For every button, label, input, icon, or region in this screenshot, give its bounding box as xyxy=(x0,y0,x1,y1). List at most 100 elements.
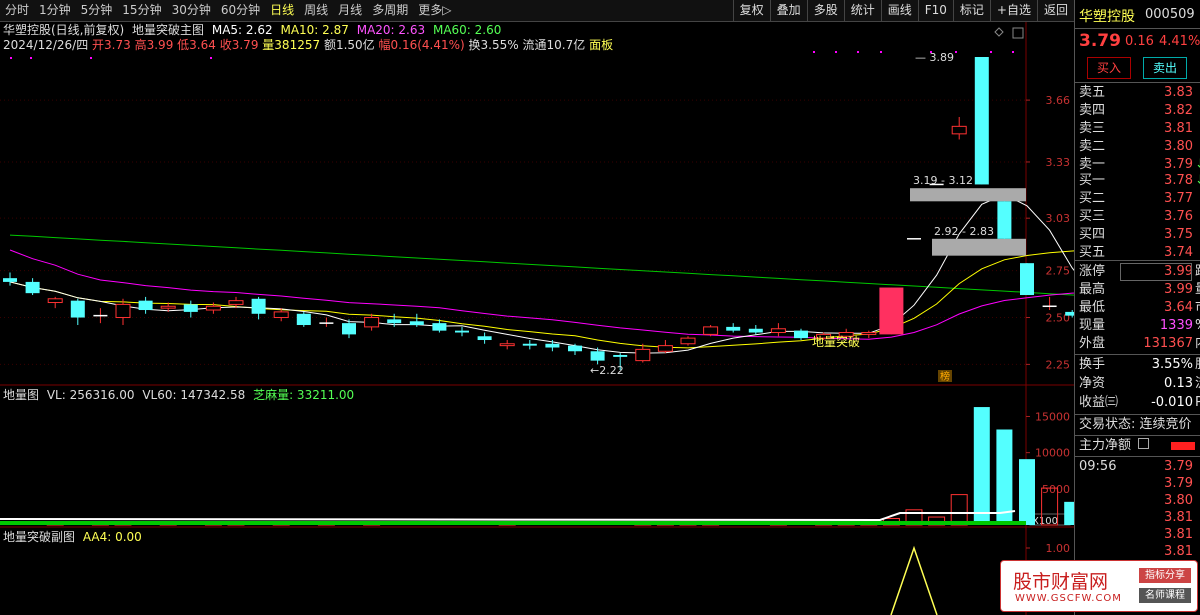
stat-3-value: 1339 xyxy=(1159,318,1193,333)
panel-pct: 4.41% xyxy=(1159,34,1200,49)
stat-1-mark: 量 xyxy=(1195,281,1200,299)
period-tab-0[interactable]: 分时 xyxy=(0,0,34,21)
watermark-url: WWW.GSCFW.COM xyxy=(1015,593,1122,604)
breakout-candle xyxy=(879,287,904,335)
buy-level-0-value: 3.78 xyxy=(1164,173,1193,188)
buy-level-2-label: 买三 xyxy=(1079,209,1106,224)
divider xyxy=(1075,354,1200,355)
chart-area[interactable]: 3.663.333.032.752.502.25 — 3.893.19 - 3.… xyxy=(0,22,1074,615)
stat-0-mark: 跌 xyxy=(1195,263,1200,281)
tool-button-3[interactable]: 统计 xyxy=(843,0,881,21)
sub-axis-label: 1.00 xyxy=(1046,542,1071,555)
main-info-line2: 2024/12/26/四 开3.73 高3.99 低3.64 收3.79 量38… xyxy=(3,38,613,52)
candle-body xyxy=(726,326,741,331)
candle-body xyxy=(47,298,63,304)
candle-body xyxy=(273,311,289,319)
toolbar: 分时 1分钟 5分钟 15分钟 30分钟 60分钟 日线 周线 月线 多周期 更多▷ 复权 叠加 多股统… xyxy=(0,0,1074,22)
signal-dot xyxy=(835,51,837,53)
sub-info: 地量突破副图 AA4: 0.00 xyxy=(3,530,142,544)
signal-dot xyxy=(857,51,859,53)
info-high: 高3.99 xyxy=(134,38,174,52)
gap2-label: 2.92 - 2.83 xyxy=(934,225,994,238)
period-tab-2[interactable]: 5分钟 xyxy=(76,0,118,21)
candle-body xyxy=(997,201,1012,239)
stat-4-mark: 内 xyxy=(1195,335,1200,353)
tool-button-0[interactable]: 复权 xyxy=(732,0,770,21)
period-tab-6[interactable]: 日线 xyxy=(265,0,299,21)
candle-body xyxy=(1065,311,1074,316)
buy-level-1: 买二 3.77 xyxy=(1079,190,1200,208)
info-amount: 额1.50亿 xyxy=(323,38,375,52)
period-tab-3[interactable]: 15分钟 xyxy=(117,0,166,21)
period-tab-5[interactable]: 60分钟 xyxy=(216,0,265,21)
candle-body xyxy=(138,300,153,311)
candle-body xyxy=(861,332,877,335)
candle-body xyxy=(499,343,515,347)
period-tab-10[interactable]: 更多▷ xyxy=(413,0,456,21)
trade-state: 交易状态: 连续竞价 xyxy=(1079,416,1200,434)
buy-level-3-value: 3.75 xyxy=(1164,227,1193,242)
menu-icon xyxy=(1138,438,1150,449)
candle-body xyxy=(432,323,447,331)
vol-axis-label: 5000 xyxy=(1042,483,1070,496)
tool-button-2[interactable]: 多股 xyxy=(806,0,844,21)
period-tab-1[interactable]: 1分钟 xyxy=(34,0,76,21)
candle-body xyxy=(296,313,311,326)
watermark-title: 股市财富网 xyxy=(1013,571,1109,593)
candle-body xyxy=(545,343,560,348)
period-tab-4[interactable]: 30分钟 xyxy=(167,0,216,21)
tool-button-4[interactable]: 画线 xyxy=(880,0,918,21)
signal-dot xyxy=(1012,51,1014,53)
tick-row: 3.81 xyxy=(1079,543,1200,561)
bang-label: 榜 xyxy=(940,370,950,383)
info-change: 幅0.16(4.41%) xyxy=(378,38,465,52)
candle-body xyxy=(951,125,967,135)
stat-4-label: 外盘 xyxy=(1079,336,1106,351)
candle-body xyxy=(770,328,786,334)
tool-button-8[interactable]: 返回 xyxy=(1036,0,1074,21)
ma60-value: MA60: 2.60 xyxy=(432,23,502,37)
tick-price: 3.79 xyxy=(1164,459,1193,474)
buy-button[interactable]: 买入 xyxy=(1087,57,1131,79)
period-tab-8[interactable]: 月线 xyxy=(333,0,367,21)
stat2-2: 收益㈢ -0.010 P xyxy=(1079,394,1200,412)
buy-level-1-label: 买二 xyxy=(1079,191,1106,206)
main-flow-row[interactable]: 主力净额 xyxy=(1079,437,1200,455)
candle-body xyxy=(590,351,605,361)
volume-bar xyxy=(973,407,990,525)
tool-button-7[interactable]: +自选 xyxy=(989,0,1037,21)
stat-3-mark: % xyxy=(1195,317,1200,335)
info-float: 流通10.7亿 xyxy=(522,38,586,52)
quote-panel: 华塑控股 000509 3.79 0.16 4.41% 买入 卖出 卖五 3.83… xyxy=(1074,0,1200,615)
candle-body xyxy=(974,57,989,185)
tool-button-5[interactable]: F10 xyxy=(917,0,953,21)
stat2-2-mark: P xyxy=(1195,395,1200,410)
vl60-line xyxy=(0,510,1016,522)
stat-4: 外盘 131367内 xyxy=(1079,335,1200,353)
stat-1-label: 最高 xyxy=(1079,282,1106,297)
stat2-2-value: -0.010 xyxy=(1151,395,1193,410)
diamond-icon xyxy=(994,27,1004,37)
stat2-1-value: 0.13 xyxy=(1164,376,1193,391)
candle-body xyxy=(657,345,673,352)
period-tab-9[interactable]: 多周期 xyxy=(367,0,413,21)
tick-row: 09:56 3.79 xyxy=(1079,458,1200,476)
panel-link[interactable]: 面板 xyxy=(589,38,613,52)
buy-level-0: 买一 3.78↓ xyxy=(1079,172,1200,190)
divider xyxy=(1075,414,1200,415)
vol-axis-label: 15000 xyxy=(1035,410,1070,423)
candle-body xyxy=(635,348,651,362)
sell-button[interactable]: 卖出 xyxy=(1143,57,1187,79)
stat2-2-label: 收益㈢ xyxy=(1079,395,1119,410)
buy-level-3-label: 买四 xyxy=(1079,227,1106,242)
price-axis-label: 2.75 xyxy=(1046,265,1071,278)
candle-body xyxy=(568,345,582,352)
trade-state-label: 交易状态: xyxy=(1079,417,1136,432)
period-tab-7[interactable]: 周线 xyxy=(299,0,333,21)
aa4-line xyxy=(890,545,938,615)
tick-row: 3.79 xyxy=(1079,475,1200,493)
tick-row: 3.80 xyxy=(1079,492,1200,510)
candle-body xyxy=(522,343,537,346)
tool-button-6[interactable]: 标记 xyxy=(952,0,990,21)
tool-button-1[interactable]: 叠加 xyxy=(769,0,807,21)
